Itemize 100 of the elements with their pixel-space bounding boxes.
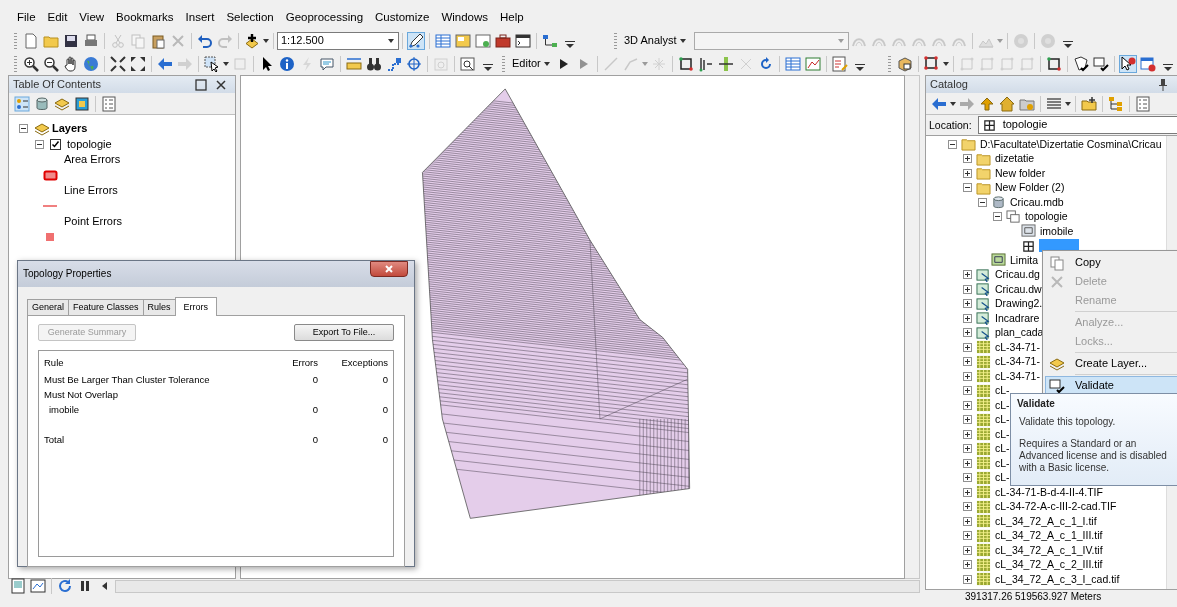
tree-item[interactable]: cL_34_72_A_c_2_III.tif	[994, 558, 1104, 572]
tree-item[interactable]: cL-	[994, 398, 1011, 412]
validate-icon[interactable]	[1092, 55, 1109, 72]
menu-item[interactable]: File	[12, 10, 41, 26]
expand-icon[interactable]	[963, 502, 972, 512]
tree-item[interactable]: Incadrare	[994, 311, 1041, 325]
select-features-icon[interactable]	[204, 55, 220, 72]
map-topology-icon[interactable]	[896, 55, 913, 72]
tree-item[interactable]: cL-	[994, 442, 1011, 456]
data-view-icon[interactable]	[30, 578, 46, 594]
options-icon[interactable]	[101, 95, 117, 112]
globe-icon[interactable]	[83, 55, 99, 72]
identify-icon[interactable]	[279, 55, 295, 72]
expand-icon[interactable]	[963, 473, 972, 483]
layer-name[interactable]: topologie	[67, 137, 112, 151]
button[interactable]: Export To File...	[294, 323, 394, 341]
find-icon[interactable]	[366, 55, 382, 72]
expand-icon[interactable]	[963, 328, 972, 338]
menu-item[interactable]: Bookmarks	[111, 10, 179, 26]
menu-item[interactable]: View	[74, 10, 110, 26]
diagram-icon[interactable]	[542, 32, 558, 49]
collapse-icon[interactable]	[993, 212, 1002, 222]
time-slider-icon[interactable]	[433, 55, 449, 72]
new-file-icon[interactable]	[23, 32, 39, 49]
expand-icon[interactable]	[963, 444, 972, 454]
expand-icon[interactable]	[963, 270, 972, 280]
tree-item[interactable]: cL-34-71-	[994, 355, 1041, 369]
database-icon[interactable]	[34, 95, 50, 112]
route-icon[interactable]	[386, 55, 402, 72]
expand-icon[interactable]	[963, 168, 972, 178]
edit-tool-icon[interactable]	[408, 32, 424, 49]
tree-item[interactable]: cL-	[994, 427, 1011, 441]
expand-icon[interactable]	[963, 574, 972, 584]
close-button[interactable]	[370, 261, 408, 277]
collapse-icon[interactable]	[35, 139, 44, 149]
collapse-icon[interactable]	[948, 139, 957, 149]
pan-icon[interactable]	[63, 55, 79, 72]
tree-item[interactable]: cL_34_72_A_c_3_I_cad.tif	[994, 572, 1121, 586]
tree-item[interactable]: cL-34-71-B-d-4-II-4.TIF	[994, 485, 1104, 499]
tree-item[interactable]: Cricau.dw	[994, 282, 1043, 296]
tree-item[interactable]: cL-	[994, 471, 1011, 485]
tree-item[interactable]: New Folder (2)	[994, 181, 1066, 195]
topology-edit-icon[interactable]	[1045, 55, 1062, 72]
expand-icon[interactable]	[963, 154, 972, 164]
tab[interactable]: General	[27, 299, 70, 315]
tree-item[interactable]: Drawing2.	[994, 297, 1044, 311]
tree-item[interactable]: cL-	[994, 456, 1011, 470]
collapse-icon[interactable]	[19, 124, 28, 134]
fix-topology-icon[interactable]	[923, 55, 940, 72]
list-by-drawing-order-icon[interactable]	[14, 95, 30, 112]
expand-icon[interactable]	[963, 313, 972, 323]
expand-icon[interactable]	[963, 458, 972, 468]
tree-item[interactable]: dizetatie	[994, 152, 1036, 166]
callout-icon[interactable]	[319, 55, 335, 72]
maximize-icon[interactable]	[193, 76, 209, 93]
error-window-icon[interactable]	[1139, 55, 1156, 72]
add-data-icon[interactable]	[244, 32, 260, 49]
scale-dropdown[interactable]: 1:12.500	[277, 31, 399, 50]
menu-item[interactable]: Help	[495, 10, 529, 26]
refresh-icon[interactable]	[57, 578, 73, 594]
view-options-icon[interactable]	[1046, 95, 1062, 112]
expand-icon[interactable]	[963, 400, 972, 410]
up-one-level-icon[interactable]	[979, 95, 995, 112]
zoom-in-icon[interactable]	[23, 55, 39, 72]
menu-item[interactable]: Copy	[1045, 253, 1177, 272]
layout-view-icon[interactable]	[10, 578, 26, 594]
tree-item[interactable]: imobile	[1039, 224, 1075, 238]
save-icon[interactable]	[63, 32, 79, 49]
paste-icon[interactable]	[150, 32, 166, 49]
tree-item[interactable]: cL_34_72_A_c_1_I.tif	[994, 514, 1098, 528]
split-icon[interactable]	[717, 55, 734, 72]
tree-item[interactable]: Cricau.mdb	[1009, 195, 1065, 209]
table-icon[interactable]	[435, 32, 451, 49]
fixed-zoom-in-icon[interactable]	[110, 55, 126, 72]
fixed-zoom-out-icon[interactable]	[130, 55, 146, 72]
print-icon[interactable]	[83, 32, 99, 49]
tree-item[interactable]: cL_34_72_A_c_1_III.tif	[994, 529, 1104, 543]
selection-list-icon[interactable]	[74, 95, 90, 112]
layer-name[interactable]: Layers	[52, 122, 88, 136]
tree-item[interactable]: plan_cada	[994, 326, 1045, 340]
menu-item[interactable]: Insert	[180, 10, 220, 26]
expand-icon[interactable]	[963, 516, 972, 526]
expand-icon[interactable]	[963, 560, 972, 570]
tree-item[interactable]: cL-34-71-	[994, 340, 1041, 354]
menu-item[interactable]: Selection	[221, 10, 279, 26]
tree-item[interactable]: D:\Facultate\Dizertatie Cosmina\Cricau	[979, 137, 1163, 151]
expand-icon[interactable]	[963, 415, 972, 425]
reshape-icon[interactable]	[697, 55, 714, 72]
toolbar-dropdown[interactable]: 3D Analyst	[621, 32, 690, 49]
expand-icon[interactable]	[963, 299, 972, 309]
tree-item[interactable]: Cricau.dg	[994, 268, 1041, 282]
expand-icon[interactable]	[963, 342, 972, 352]
tab[interactable]: Rules	[142, 299, 176, 315]
menu-item[interactable]: Create Layer...	[1045, 354, 1177, 373]
expand-icon[interactable]	[963, 284, 972, 294]
vertical-scrollbar[interactable]	[905, 75, 920, 579]
home-icon[interactable]	[999, 95, 1015, 112]
expand-icon[interactable]	[963, 487, 972, 497]
expand-icon[interactable]	[963, 545, 972, 555]
tab[interactable]: Errors	[174, 297, 218, 316]
